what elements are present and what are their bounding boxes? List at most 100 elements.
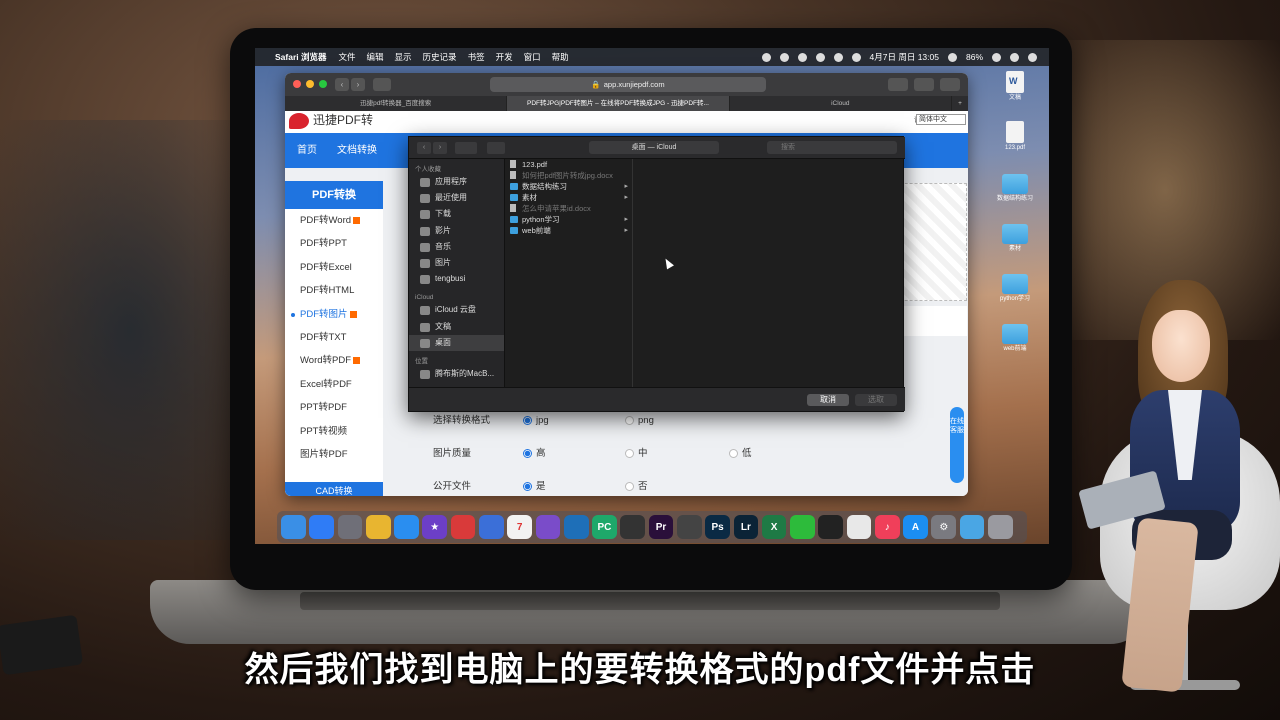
control-center-icon[interactable] — [1028, 52, 1037, 62]
browser-tab[interactable]: 迅捷pdf转换器_百度搜索 — [285, 96, 508, 111]
sidebar-item[interactable]: PDF转图片 — [285, 303, 383, 326]
file-row[interactable]: python学习 ▸ — [506, 214, 632, 225]
safari-icon[interactable] — [394, 515, 419, 539]
sidebar-toggle-button[interactable] — [373, 78, 391, 91]
new-tab-button[interactable]: + — [952, 96, 968, 111]
premiere-icon[interactable]: Pr — [648, 515, 674, 539]
dialog-sidebar-item[interactable]: 图片 — [409, 255, 504, 271]
baidu-netdisk-icon[interactable] — [309, 515, 334, 539]
desktop-icon[interactable]: 文稿 — [985, 68, 1045, 118]
qq-icon[interactable] — [818, 515, 844, 539]
vscode-icon[interactable] — [563, 515, 589, 539]
menu-5[interactable]: 开发 — [496, 52, 513, 62]
nav-home[interactable]: 首页 — [297, 133, 317, 168]
launchpad-icon[interactable] — [337, 515, 363, 539]
sidebar-item[interactable]: 图片转PDF — [285, 443, 383, 466]
desktop-icon[interactable]: 123.pdf — [985, 118, 1045, 168]
file-row[interactable]: 怎么申请苹果id.docx — [506, 203, 632, 214]
final-cut-icon[interactable] — [620, 515, 646, 539]
desktop-icon[interactable]: web前端 — [985, 318, 1045, 368]
site-logo-icon[interactable] — [289, 113, 309, 129]
menu-4[interactable]: 书签 — [468, 52, 485, 62]
file-row[interactable]: 如何把pdf图片转成jpg.docx — [506, 170, 632, 181]
view-mode-button[interactable] — [455, 142, 477, 154]
file-row[interactable]: web前端 ▸ — [506, 225, 632, 236]
dialog-sidebar-item[interactable]: 最近使用 — [409, 190, 504, 206]
wechat-icon[interactable] — [790, 515, 815, 539]
menu-7[interactable]: 帮助 — [552, 52, 569, 62]
chrome-icon[interactable] — [365, 515, 391, 539]
finder-icon[interactable] — [281, 515, 306, 539]
visual-studio-icon[interactable] — [535, 515, 561, 539]
menubar-app-name[interactable]: Safari 浏览器 — [275, 51, 327, 63]
notification-icon[interactable] — [797, 52, 807, 62]
sidebar-item[interactable]: PDF转Word — [285, 209, 383, 232]
spotlight-icon[interactable] — [992, 52, 1001, 62]
file-row[interactable]: 数据结构练习 ▸ — [506, 181, 632, 192]
lightroom-icon[interactable]: Lr — [733, 515, 759, 539]
sidebar-item[interactable]: Excel转PDF — [285, 373, 383, 396]
volume-icon[interactable] — [833, 52, 843, 62]
app-store-icon[interactable]: A — [903, 515, 928, 539]
sidebar-item[interactable]: PDF转PPT — [285, 232, 383, 255]
pycharm-icon[interactable]: PC — [592, 515, 617, 539]
file-row[interactable]: 123.pdf — [506, 159, 632, 170]
sidebar-item[interactable]: PPT转PDF — [285, 396, 383, 419]
download-button[interactable] — [888, 78, 908, 91]
site-logo-text[interactable]: 迅捷PDF转 — [313, 111, 373, 129]
radio-option[interactable]: 是 — [523, 479, 546, 495]
photoshop-icon[interactable]: Ps — [705, 515, 730, 539]
dialog-sidebar-item[interactable]: 下载 — [409, 206, 504, 222]
menu-6[interactable]: 窗口 — [524, 52, 541, 62]
dialog-forward-button[interactable]: › — [433, 142, 447, 154]
radio-option[interactable]: 否 — [625, 479, 648, 495]
radio-option[interactable]: jpg — [523, 413, 549, 429]
dialog-sidebar-item[interactable]: 音乐 — [409, 239, 504, 255]
dialog-sidebar-item[interactable]: 影片 — [409, 223, 504, 239]
desktop-icon[interactable]: 素材 — [985, 218, 1045, 268]
system-preferences-icon[interactable]: ⚙ — [931, 515, 957, 539]
radio-option[interactable]: 高 — [523, 446, 546, 462]
dialog-sidebar-item[interactable]: 应用程序 — [409, 174, 504, 190]
input-method-icon[interactable] — [947, 52, 957, 62]
desktop-icon[interactable]: python学习 — [985, 268, 1045, 318]
nav-doc-convert[interactable]: 文档转换 — [337, 133, 377, 168]
photos-icon[interactable] — [846, 515, 872, 539]
sidebar-item[interactable]: Word转PDF — [285, 349, 383, 372]
netease-icon[interactable] — [450, 515, 476, 539]
creative-cloud-icon[interactable] — [779, 52, 789, 62]
dialog-sidebar-item[interactable]: iCloud 云盘 — [409, 302, 504, 318]
menubar-datetime[interactable]: 4月7日 周日 13:05 — [870, 51, 939, 63]
sidebar-item[interactable]: PDF转TXT — [285, 326, 383, 349]
radio-option[interactable]: png — [625, 413, 654, 429]
sidebar-item[interactable]: PPT转视频 — [285, 420, 383, 443]
tasks-icon[interactable] — [478, 515, 504, 539]
location-popup[interactable]: 桌面 — iCloud — [589, 141, 719, 154]
forward-button[interactable]: › — [351, 78, 365, 91]
dialog-sidebar-item[interactable]: 桌面 — [409, 334, 504, 352]
address-bar[interactable]: 🔒 app.xunjiepdf.com — [490, 77, 766, 92]
menu-0[interactable]: 文件 — [339, 52, 356, 62]
wifi-icon[interactable] — [851, 52, 861, 62]
siri-icon[interactable] — [1010, 52, 1019, 62]
trash-icon[interactable] — [988, 515, 1013, 539]
new-folder-button[interactable] — [487, 142, 505, 154]
browser-tab[interactable]: iCloud — [730, 96, 952, 111]
cancel-button[interactable]: 取消 — [807, 394, 849, 406]
online-service-button[interactable]: 在线客服 — [950, 407, 964, 483]
battery-percent[interactable]: 86% — [966, 52, 983, 62]
share-button[interactable] — [914, 78, 934, 91]
calendar-icon[interactable]: 7 — [507, 515, 532, 539]
sidebar-footer[interactable]: CAD转换 — [285, 482, 383, 496]
radio-option[interactable]: 中 — [625, 446, 648, 462]
browser-tab[interactable]: PDF转JPG|PDF转图片 – 在线将PDF转换成JPG - 迅捷PDF转..… — [507, 96, 730, 111]
music-icon[interactable]: ♪ — [874, 515, 900, 539]
close-window-button[interactable] — [293, 80, 301, 88]
radio-option[interactable]: 低 — [729, 446, 752, 462]
davinci-icon[interactable] — [676, 515, 702, 539]
folder-icon[interactable] — [959, 515, 985, 539]
zoom-window-button[interactable] — [319, 80, 327, 88]
dialog-sidebar-item[interactable]: 文稿 — [409, 319, 504, 335]
menu-2[interactable]: 显示 — [395, 52, 412, 62]
dialog-sidebar-item[interactable]: tengbusi — [409, 271, 504, 287]
